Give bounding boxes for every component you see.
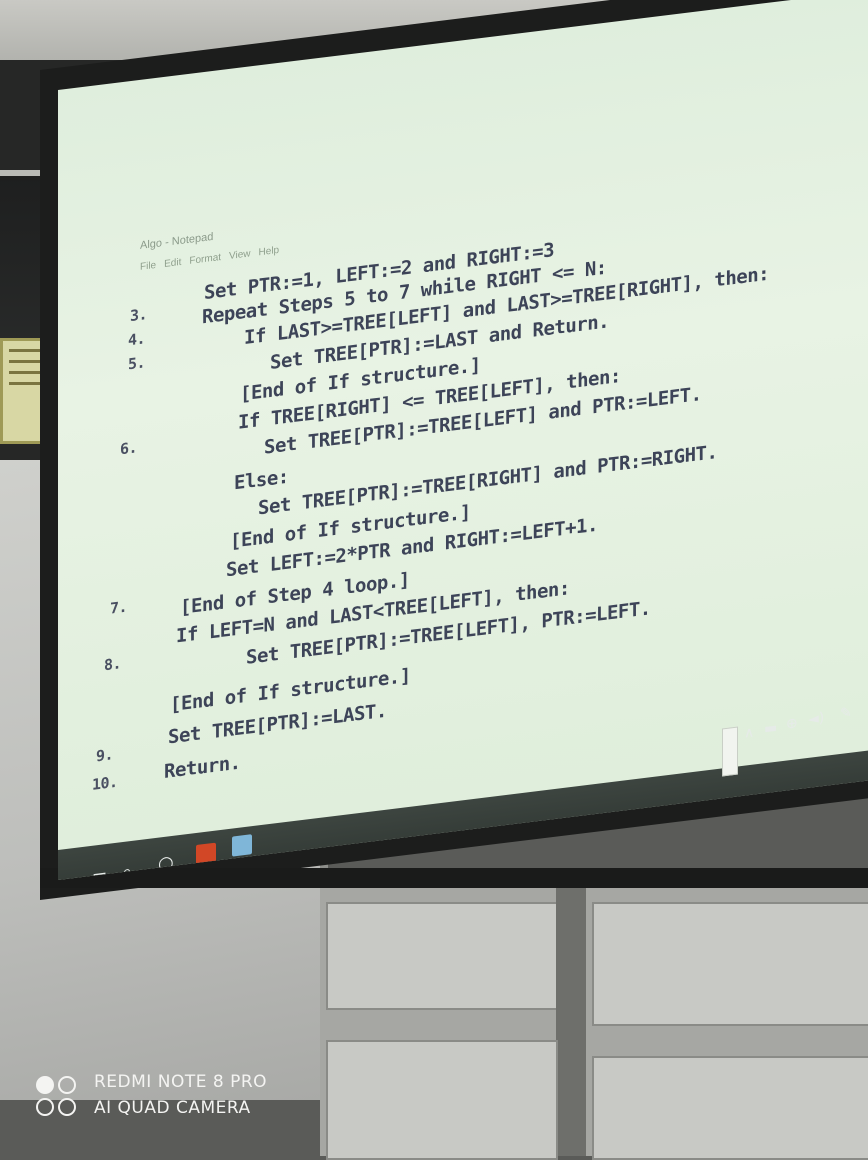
line-number: 4. xyxy=(128,329,146,350)
menu-format[interactable]: Format xyxy=(189,252,221,267)
code-line: Set TREE[PTR]:=TREE[RIGHT] and PTR:=RIGH… xyxy=(258,441,718,520)
battery-icon[interactable]: ▬ xyxy=(764,720,777,738)
notepad-app-icon[interactable] xyxy=(232,834,252,857)
menu-edit[interactable]: Edit xyxy=(164,257,181,270)
globe-icon[interactable]: ⊕ xyxy=(786,715,798,732)
line-number: 6. xyxy=(120,438,138,459)
watermark-text: REDMI NOTE 8 PRO AI QUAD CAMERA xyxy=(94,1072,267,1118)
line-number: 5. xyxy=(128,353,146,374)
quad-camera-logo-icon xyxy=(36,1074,80,1118)
menu-view[interactable]: View xyxy=(229,248,251,262)
wall-panel xyxy=(592,902,868,1026)
code-line: Return. xyxy=(164,751,241,783)
wall-panel xyxy=(326,1040,558,1160)
notepad-title: Algo - Notepad xyxy=(140,230,214,252)
line-number: 8. xyxy=(104,654,122,675)
wall-panel xyxy=(326,902,558,1010)
wall-post xyxy=(556,880,586,1156)
speaker-icon[interactable]: ◄) xyxy=(808,710,824,728)
wall-panel xyxy=(592,1056,868,1160)
line-number: 7. xyxy=(110,597,128,618)
lower-wall xyxy=(320,880,868,1160)
screen-bottom-bar xyxy=(40,868,868,888)
projected-screen: Algo - Notepad File Edit Format View Hel… xyxy=(58,0,868,881)
line-number: 10. xyxy=(92,772,118,794)
chevron-up-icon[interactable]: ∧ xyxy=(744,725,754,742)
menu-file[interactable]: File xyxy=(140,260,156,273)
watermark-line2: AI QUAD CAMERA xyxy=(94,1098,251,1118)
watermark-line1: REDMI NOTE 8 PRO xyxy=(94,1072,268,1092)
code-line: Else: xyxy=(234,465,289,495)
pen-icon[interactable]: ✎ xyxy=(840,705,852,722)
menu-help[interactable]: Help xyxy=(259,245,280,259)
line-number: 3. xyxy=(130,305,148,326)
scrollbar-up-button[interactable] xyxy=(722,726,738,777)
line-number: 9. xyxy=(96,745,114,766)
